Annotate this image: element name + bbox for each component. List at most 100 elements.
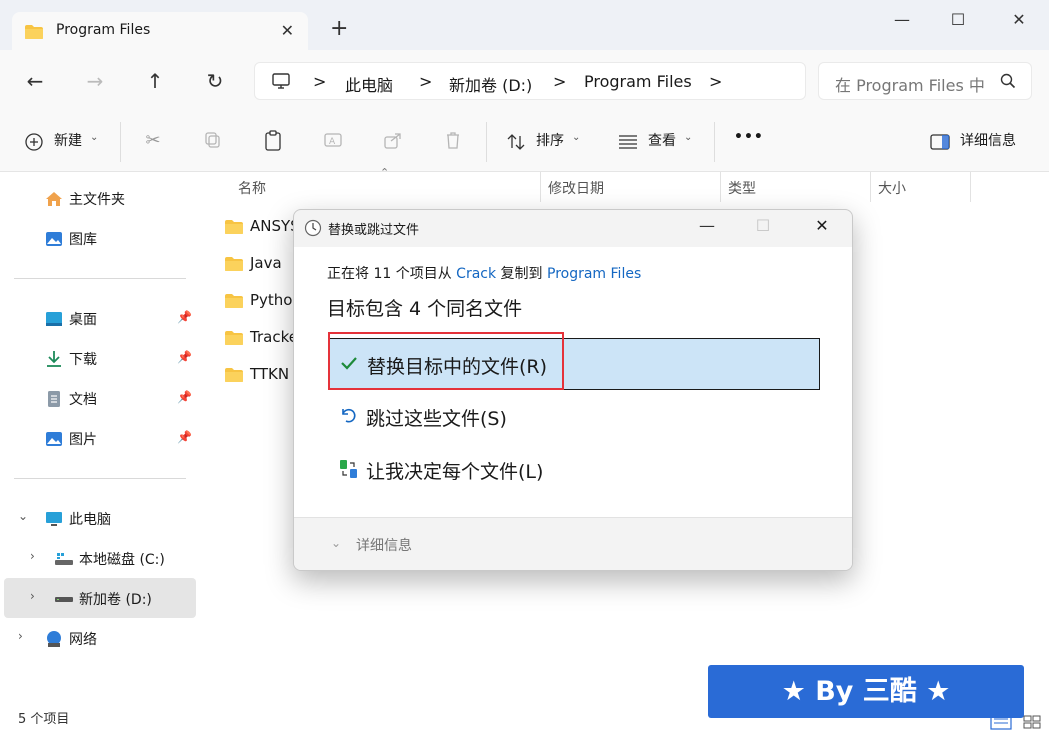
skip-files-option[interactable]: 跳过这些文件(S) — [328, 391, 820, 443]
breadcrumb-separator[interactable]: > — [313, 72, 326, 91]
sidebar-item-label: 文档 — [69, 392, 97, 408]
sidebar-item-gallery[interactable]: 图库 — [0, 220, 196, 256]
view-button[interactable]: 查看 — [648, 130, 676, 150]
close-tab-icon[interactable]: ✕ — [281, 21, 294, 40]
breadcrumb-program-files[interactable]: Program Files — [584, 72, 692, 91]
new-tab-button[interactable]: + — [330, 18, 348, 40]
chevron-right-icon[interactable]: › — [18, 629, 23, 643]
sidebar-item-home[interactable]: 主文件夹 — [0, 180, 196, 216]
sidebar-item-documents[interactable]: 文档 📌 — [0, 380, 196, 416]
cut-icon[interactable]: ✂ — [141, 130, 165, 154]
up-button[interactable]: ↑ — [142, 68, 168, 94]
new-button[interactable]: 新建 — [54, 130, 82, 150]
replace-or-skip-dialog: 替换或跳过文件 — ☐ ✕ 正在将 11 个项目从 Crack 复制到 Prog… — [293, 209, 853, 571]
breadcrumb-this-pc[interactable]: 此电脑 — [345, 72, 393, 96]
dialog-minimize-button[interactable]: — — [694, 216, 720, 240]
sidebar-item-network[interactable]: › 网络 — [0, 620, 196, 656]
chevron-down-icon[interactable]: ⌄ — [18, 509, 28, 523]
chevron-down-icon[interactable]: ⌄ — [684, 132, 692, 143]
rename-icon[interactable]: A — [321, 130, 345, 154]
tab-label: Program Files — [56, 22, 151, 38]
column-divider[interactable] — [720, 172, 721, 202]
pin-icon[interactable]: 📌 — [177, 430, 192, 444]
breadcrumb-drive-d[interactable]: 新加卷 (D:) — [449, 72, 532, 96]
divider — [714, 122, 715, 162]
breadcrumb-separator[interactable]: > — [419, 72, 432, 91]
pin-icon[interactable]: 📌 — [177, 390, 192, 404]
search-icon[interactable] — [999, 72, 1017, 94]
chevron-down-icon[interactable]: ⌄ — [90, 132, 98, 143]
destination-link[interactable]: Program Files — [547, 266, 641, 282]
close-window-button[interactable]: ✕ — [1009, 10, 1029, 30]
column-header-name[interactable]: 名称 — [238, 178, 266, 198]
document-icon — [44, 389, 64, 409]
column-header-type[interactable]: 类型 — [728, 178, 756, 198]
tab-program-files[interactable]: Program Files ✕ — [12, 12, 308, 50]
search-box[interactable]: 在 Program Files 中 — [818, 62, 1032, 100]
details-button[interactable]: 详细信息 — [960, 130, 1016, 150]
more-details-toggle[interactable]: 详细信息 — [356, 535, 412, 555]
folder-icon — [24, 24, 44, 44]
chevron-down-icon[interactable]: ⌄ — [572, 132, 580, 143]
skip-arrow-icon — [338, 405, 358, 429]
sidebar-item-this-pc[interactable]: ⌄ 此电脑 — [0, 500, 196, 536]
more-options-button[interactable]: ••• — [734, 129, 764, 145]
column-divider[interactable] — [540, 172, 541, 202]
sort-button[interactable]: 排序 — [536, 130, 564, 150]
breadcrumb-separator[interactable]: > — [553, 72, 566, 91]
file-name: TTKN — [250, 365, 290, 383]
minimize-button[interactable]: — — [892, 10, 912, 30]
sidebar-item-label: 图片 — [69, 432, 97, 448]
divider — [486, 122, 487, 162]
sidebar-item-label: 桌面 — [69, 312, 97, 328]
chevron-right-icon[interactable]: › — [30, 549, 35, 563]
sort-icon — [506, 132, 526, 156]
conflict-heading: 目标包含 4 个同名文件 — [327, 298, 523, 320]
pin-icon[interactable]: 📌 — [177, 350, 192, 364]
progress-prefix: 正在将 11 个项目从 — [327, 266, 457, 282]
maximize-button[interactable]: ☐ — [948, 10, 968, 30]
skip-files-label: 跳过这些文件(S) — [366, 408, 507, 430]
file-name: Java — [250, 254, 282, 272]
tiles-view-icon[interactable] — [1022, 714, 1042, 733]
copy-icon[interactable] — [201, 130, 225, 154]
sidebar-item-label: 图库 — [69, 232, 97, 248]
sidebar-item-label: 本地磁盘 (C:) — [79, 552, 165, 568]
clock-icon — [304, 219, 322, 241]
sidebar-item-drive-d[interactable]: › 新加卷 (D:) — [4, 578, 196, 618]
sidebar-item-desktop[interactable]: 桌面 📌 — [0, 300, 196, 336]
source-link[interactable]: Crack — [456, 266, 496, 282]
dialog-body: 正在将 11 个项目从 Crack 复制到 Program Files 目标包含… — [294, 247, 852, 517]
sidebar-item-label: 新加卷 (D:) — [79, 592, 152, 608]
delete-icon[interactable] — [441, 130, 465, 154]
forward-button[interactable]: → — [82, 68, 108, 94]
sidebar-item-downloads[interactable]: 下载 📌 — [0, 340, 196, 376]
pin-icon[interactable]: 📌 — [177, 310, 192, 324]
address-bar[interactable]: > 此电脑 > 新加卷 (D:) > Program Files > — [254, 62, 806, 100]
sidebar-item-label: 网络 — [69, 632, 97, 648]
breadcrumb-separator[interactable]: > — [709, 72, 722, 91]
gallery-icon — [44, 229, 64, 249]
back-button[interactable]: ← — [22, 68, 48, 94]
decide-each-file-option[interactable]: 让我决定每个文件(L) — [328, 444, 820, 496]
dialog-maximize-button[interactable]: ☐ — [750, 216, 776, 240]
share-icon[interactable] — [381, 130, 405, 154]
network-icon — [44, 629, 64, 649]
search-input[interactable]: 在 Program Files 中 — [835, 72, 985, 96]
folder-icon — [224, 219, 244, 239]
dialog-close-button[interactable]: ✕ — [809, 216, 835, 240]
paste-icon[interactable] — [261, 130, 285, 154]
refresh-button[interactable]: ↻ — [202, 68, 228, 94]
chevron-right-icon[interactable]: › — [30, 589, 35, 603]
column-divider[interactable] — [870, 172, 871, 202]
sidebar-item-pictures[interactable]: 图片 📌 — [0, 420, 196, 456]
drive-icon — [54, 549, 74, 569]
watermark-banner: ★ By 三酷 ★ — [708, 665, 1024, 718]
compare-files-icon — [338, 458, 360, 484]
sidebar-item-drive-c[interactable]: › 本地磁盘 (C:) — [0, 540, 196, 576]
folder-icon — [224, 330, 244, 350]
column-header-date[interactable]: 修改日期 — [548, 178, 604, 198]
column-divider[interactable] — [970, 172, 971, 202]
chevron-down-icon[interactable]: ⌄ — [331, 536, 341, 550]
column-header-size[interactable]: 大小 — [878, 178, 906, 198]
